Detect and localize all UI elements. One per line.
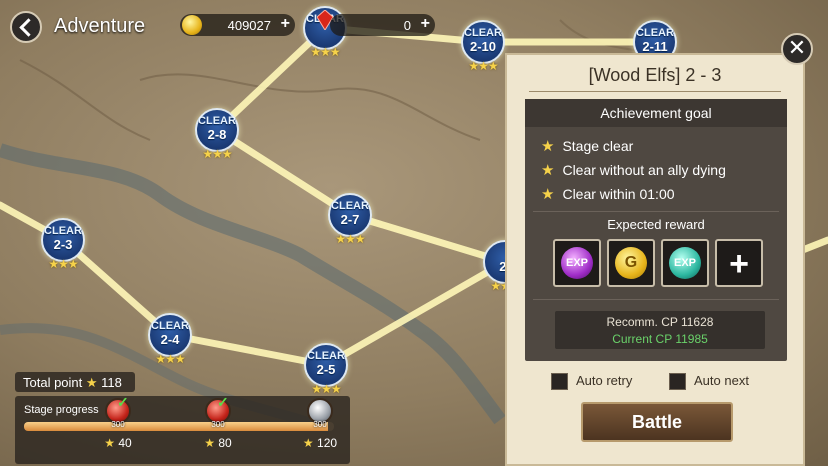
stage-node-2-5[interactable]: CLEAR 2-5 ★★★ — [302, 341, 350, 396]
stage-title: [Wood Elfs] 2 - 3 — [588, 65, 722, 85]
gold-currency: 409027 + — [180, 14, 295, 36]
gold-coin-icon — [182, 15, 202, 35]
current-cp: Current CP 11985 — [612, 332, 708, 346]
add-gold-button[interactable]: + — [281, 16, 290, 32]
progress-fill — [24, 422, 328, 431]
milestone-reward-1[interactable]: ✓ 300 ★ 40 — [103, 394, 133, 450]
auto-retry-label: Auto retry — [576, 373, 633, 388]
milestone-reward-3[interactable]: 300 ★ 120 — [303, 398, 337, 450]
clear-label: CLEAR — [151, 320, 189, 332]
back-arrow-icon — [18, 17, 38, 37]
reward-item-more[interactable]: + — [715, 239, 763, 287]
star-icon: ★ — [541, 162, 555, 179]
stage-stars: ★★★ — [155, 352, 185, 366]
clear-label: CLEAR — [198, 115, 236, 127]
plus-icon: + — [729, 245, 749, 283]
stage-node-2-7[interactable]: CLEAR 2-7 ★★★ — [326, 191, 374, 246]
milestone-stars: ★ 120 — [302, 436, 338, 450]
recommended-cp: Recomm. CP 11628 — [606, 315, 714, 329]
gold-coin-icon: G — [615, 247, 647, 279]
auto-retry-checkbox[interactable]: Auto retry — [551, 373, 633, 391]
add-gem-button[interactable]: + — [421, 16, 430, 32]
auto-next-label: Auto next — [694, 373, 749, 388]
milestone-stars: ★ 80 — [204, 436, 232, 450]
stage-stars: ★★★ — [48, 257, 78, 271]
divider — [533, 211, 779, 212]
milestone-stars: ★ 40 — [104, 436, 132, 450]
stage-node-2-8[interactable]: CLEAR 2-8 ★★★ — [193, 106, 241, 161]
milestone-gem-value: 300 — [111, 420, 125, 429]
stage-number: 2-4 — [160, 332, 180, 347]
clear-label: CLEAR — [307, 350, 345, 362]
stage-stars: ★★★ — [311, 382, 341, 396]
star-icon: ★ — [541, 186, 555, 203]
milestone-gem-value: 300 — [211, 420, 225, 429]
reward-item-gold[interactable]: G — [607, 239, 655, 287]
divider — [533, 299, 779, 300]
page-title: Adventure — [54, 15, 146, 37]
close-button[interactable]: ✕ — [781, 33, 813, 65]
clear-label: CLEAR — [44, 225, 82, 237]
stage-stars: ★★★ — [335, 232, 365, 246]
stage-detail-panel: [Wood Elfs] 2 - 3 Achievement goal ★ Stag… — [505, 53, 805, 466]
reward-header: Expected reward — [607, 217, 705, 232]
star-icon: ★ — [85, 375, 98, 390]
battle-button[interactable]: Battle — [581, 402, 733, 442]
stage-number: 2-8 — [207, 127, 227, 142]
reward-item-exp-teal[interactable]: EXP — [661, 239, 709, 287]
top-bar: Adventure 409027 + 0 + — [0, 0, 828, 52]
goal-item: ★ Stage clear — [541, 138, 634, 155]
achievement-header: Achievement goal — [525, 99, 787, 127]
goal-item: ★ Clear within 01:00 — [541, 186, 675, 203]
auto-next-checkbox[interactable]: Auto next — [669, 373, 749, 391]
goal-item: ★ Clear without an ally dying — [541, 162, 726, 179]
check-icon: ✓ — [117, 394, 129, 410]
stage-number: 2-7 — [340, 212, 360, 227]
milestone-gem-value: 300 — [313, 420, 327, 429]
check-icon: ✓ — [217, 394, 229, 410]
reward-item-exp[interactable]: EXP — [553, 239, 601, 287]
divider — [529, 91, 781, 92]
back-button[interactable] — [10, 11, 42, 43]
progress-bar — [24, 422, 334, 431]
checkbox-icon — [669, 373, 686, 391]
milestone-reward-2[interactable]: ✓ 300 ★ 80 — [203, 394, 233, 450]
gem-currency: 0 + — [330, 14, 435, 36]
clear-label: CLEAR — [331, 200, 369, 212]
star-icon: ★ — [541, 138, 555, 155]
gem-value: 0 — [403, 18, 411, 33]
stage-node-2-3[interactable]: CLEAR 2-3 ★★★ — [39, 216, 87, 271]
cp-info: Recomm. CP 11628 Current CP 11985 — [555, 311, 765, 349]
stage-info-box: Achievement goal ★ Stage clear ★ Clear wit… — [525, 99, 787, 361]
total-point-value: 118 — [101, 375, 122, 390]
exp-purple-icon: EXP — [561, 247, 593, 279]
gold-value: 409027 — [227, 18, 271, 33]
stage-progress-label: Stage progress — [24, 404, 99, 416]
checkbox-icon — [551, 373, 568, 391]
stage-stars: ★★★ — [202, 147, 232, 161]
stage-node-2-4[interactable]: CLEAR 2-4 ★★★ — [146, 311, 194, 366]
stage-progress: Stage progress ✓ 300 ★ 40 ✓ 300 ★ 80 300… — [15, 394, 350, 464]
exp-teal-icon: EXP — [669, 247, 701, 279]
stage-number: 2-5 — [316, 362, 336, 377]
total-point-label: Total point — [23, 375, 83, 390]
total-point: Total point ★ 118 — [15, 372, 135, 392]
stage-number: 2-3 — [53, 237, 73, 252]
stage-stars: ★★★ — [468, 59, 498, 73]
